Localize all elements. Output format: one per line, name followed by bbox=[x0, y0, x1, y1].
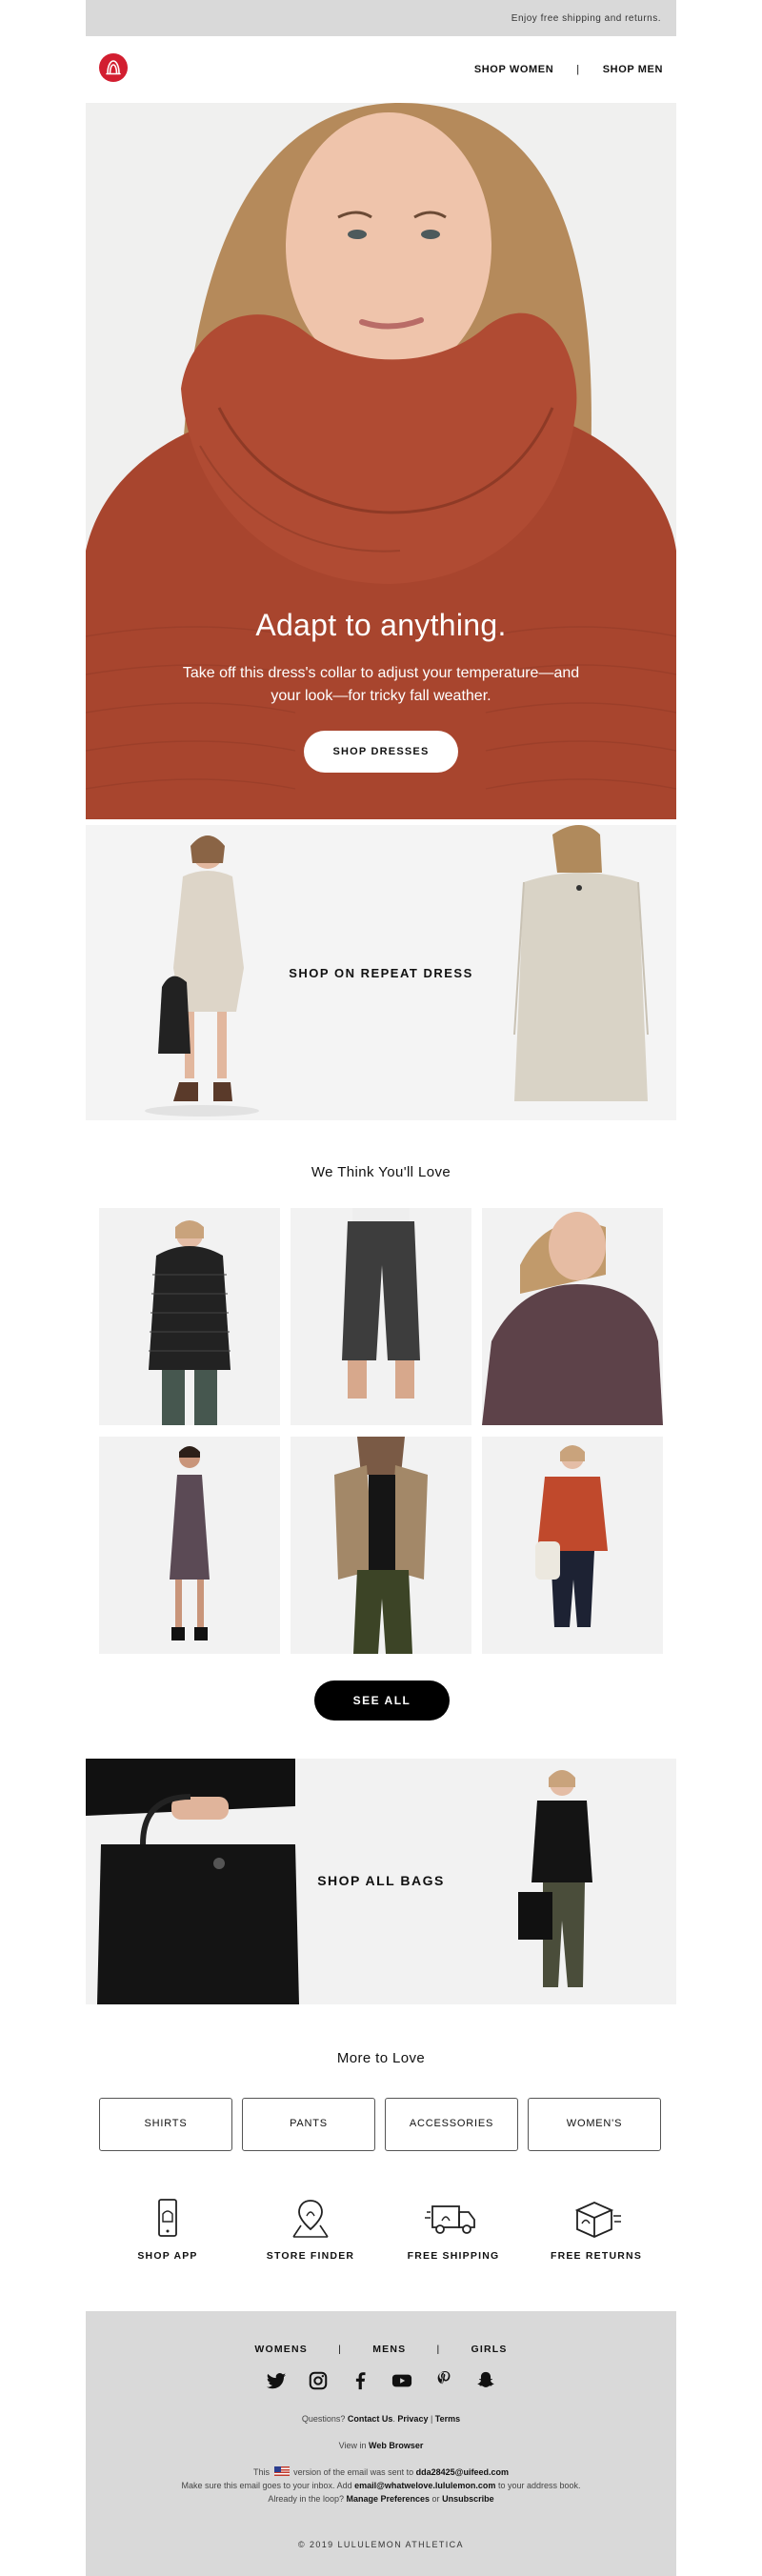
hero-heading: Adapt to anything. bbox=[255, 608, 507, 642]
privacy-link[interactable]: Privacy bbox=[397, 2414, 428, 2424]
footer-womens-link[interactable]: WOMENS bbox=[254, 2344, 308, 2355]
loop-prefix-text: Already in the loop? bbox=[268, 2494, 344, 2504]
footer-inbox-line: Make sure this email goes to your inbox.… bbox=[86, 2479, 676, 2492]
copyright: © 2019 LULULEMON ATHLETICA bbox=[298, 2540, 464, 2549]
dress-back-image bbox=[513, 825, 649, 1101]
social-links bbox=[86, 2370, 676, 2391]
inbox-prefix-text: Make sure this email goes to your inbox.… bbox=[181, 2481, 352, 2490]
footer-girls-link[interactable]: GIRLS bbox=[471, 2344, 508, 2355]
footer-loop-line: Already in the loop? Manage Preferences … bbox=[86, 2492, 676, 2506]
free-shipping-feature[interactable]: FREE SHIPPING bbox=[382, 2197, 525, 2262]
category-pants-button[interactable]: PANTS bbox=[242, 2098, 375, 2151]
shop-men-link[interactable]: SHOP MEN bbox=[603, 64, 663, 75]
footer-mens-link[interactable]: MENS bbox=[372, 2344, 406, 2355]
youtube-icon[interactable] bbox=[391, 2370, 412, 2391]
category-accessories-button[interactable]: ACCESSORIES bbox=[385, 2098, 518, 2151]
store-finder-feature[interactable]: STORE FINDER bbox=[239, 2197, 382, 2262]
sent-middle-text: version of the email was sent to bbox=[293, 2467, 414, 2477]
free-returns-label: FREE RETURNS bbox=[550, 2250, 643, 2262]
feature-row: SHOP APP STORE FINDER FREE SHIPPING FREE… bbox=[86, 2197, 676, 2273]
contact-us-link[interactable]: Contact Us bbox=[348, 2414, 393, 2424]
facebook-icon[interactable] bbox=[350, 2370, 371, 2391]
product-tile-jogger[interactable] bbox=[291, 1437, 471, 1654]
footer-separator: | bbox=[436, 2344, 441, 2355]
or-text: or bbox=[431, 2494, 440, 2504]
promo-bar: Enjoy free shipping and returns. bbox=[86, 0, 676, 36]
product-tile-top[interactable] bbox=[482, 1437, 663, 1654]
shop-all-bags-banner[interactable]: SHOP ALL BAGS bbox=[86, 1759, 676, 2004]
pinterest-icon[interactable] bbox=[433, 2370, 454, 2391]
sender-email-link[interactable]: email@whatwelove.lululemon.com bbox=[354, 2481, 495, 2490]
sent-prefix-text: This bbox=[253, 2467, 271, 2477]
footer: WOMENS | MENS | GIRLS Questions? Contact… bbox=[86, 2311, 676, 2576]
see-all-button[interactable]: SEE ALL bbox=[314, 1680, 450, 1721]
snapchat-icon[interactable] bbox=[475, 2370, 496, 2391]
on-repeat-dress-banner[interactable]: SHOP ON REPEAT DRESS bbox=[86, 825, 676, 1120]
twitter-icon[interactable] bbox=[266, 2370, 287, 2391]
shop-women-link[interactable]: SHOP WOMEN bbox=[474, 64, 553, 75]
recommend-title: We Think You'll Love bbox=[311, 1164, 451, 1180]
product-tile-dress[interactable] bbox=[99, 1437, 280, 1654]
us-flag-icon bbox=[273, 2466, 290, 2476]
terms-link[interactable]: Terms bbox=[435, 2414, 460, 2424]
shop-app-feature[interactable]: SHOP APP bbox=[96, 2197, 239, 2262]
store-pin-icon bbox=[292, 2200, 329, 2238]
footer-nav: WOMENS | MENS | GIRLS bbox=[86, 2344, 676, 2355]
promo-text: Enjoy free shipping and returns. bbox=[511, 13, 661, 24]
truck-icon bbox=[425, 2205, 475, 2234]
category-shirts-button[interactable]: SHIRTS bbox=[99, 2098, 232, 2151]
bags-right-image bbox=[518, 1770, 592, 1987]
category-buttons: SHIRTS PANTS ACCESSORIES WOMEN'S bbox=[99, 2098, 663, 2151]
footer-questions-line: Questions? Contact Us. Privacy | Terms bbox=[301, 2414, 461, 2424]
product-tile-crop-pant[interactable] bbox=[291, 1208, 471, 1425]
hero-banner[interactable]: Adapt to anything. Take off this dress's… bbox=[86, 103, 676, 819]
header-nav: SHOP WOMEN | SHOP MEN bbox=[474, 64, 663, 75]
footer-view-line: View in Web Browser bbox=[86, 2439, 676, 2452]
manage-preferences-link[interactable]: Manage Preferences bbox=[346, 2494, 430, 2504]
unsubscribe-link[interactable]: Unsubscribe bbox=[442, 2494, 494, 2504]
product-tile-jacket[interactable] bbox=[99, 1208, 280, 1425]
category-womens-button[interactable]: WOMEN'S bbox=[528, 2098, 661, 2151]
hero-body: Take off this dress's collar to adjust y… bbox=[182, 665, 580, 704]
web-browser-link[interactable]: Web Browser bbox=[369, 2441, 423, 2450]
product-tile-tee[interactable] bbox=[482, 1208, 663, 1425]
more-title: More to Love bbox=[336, 2050, 426, 2066]
footer-sent-line: This version of the email was sent to dd… bbox=[86, 2465, 676, 2479]
free-shipping-label: FREE SHIPPING bbox=[407, 2250, 500, 2262]
inbox-suffix-text: to your address book. bbox=[497, 2481, 581, 2490]
questions-text: Questions? bbox=[301, 2414, 346, 2424]
instagram-icon[interactable] bbox=[308, 2370, 329, 2391]
phone-icon bbox=[158, 2199, 177, 2237]
header: SHOP WOMEN | SHOP MEN bbox=[86, 36, 676, 103]
free-returns-feature[interactable]: FREE RETURNS bbox=[525, 2197, 668, 2262]
recipient-email-link[interactable]: dda28425@uifeed.com bbox=[416, 2467, 509, 2477]
lululemon-logo-icon[interactable] bbox=[99, 53, 128, 82]
store-finder-label: STORE FINDER bbox=[266, 2250, 355, 2262]
shop-dresses-button[interactable]: SHOP DRESSES bbox=[304, 731, 458, 773]
box-icon bbox=[574, 2202, 621, 2238]
hero-text-block: Adapt to anything. Take off this dress's… bbox=[86, 608, 676, 773]
view-in-text: View in bbox=[338, 2441, 367, 2450]
footer-separator: | bbox=[338, 2344, 343, 2355]
shop-app-label: SHOP APP bbox=[137, 2250, 198, 2262]
nav-separator: | bbox=[576, 64, 580, 75]
